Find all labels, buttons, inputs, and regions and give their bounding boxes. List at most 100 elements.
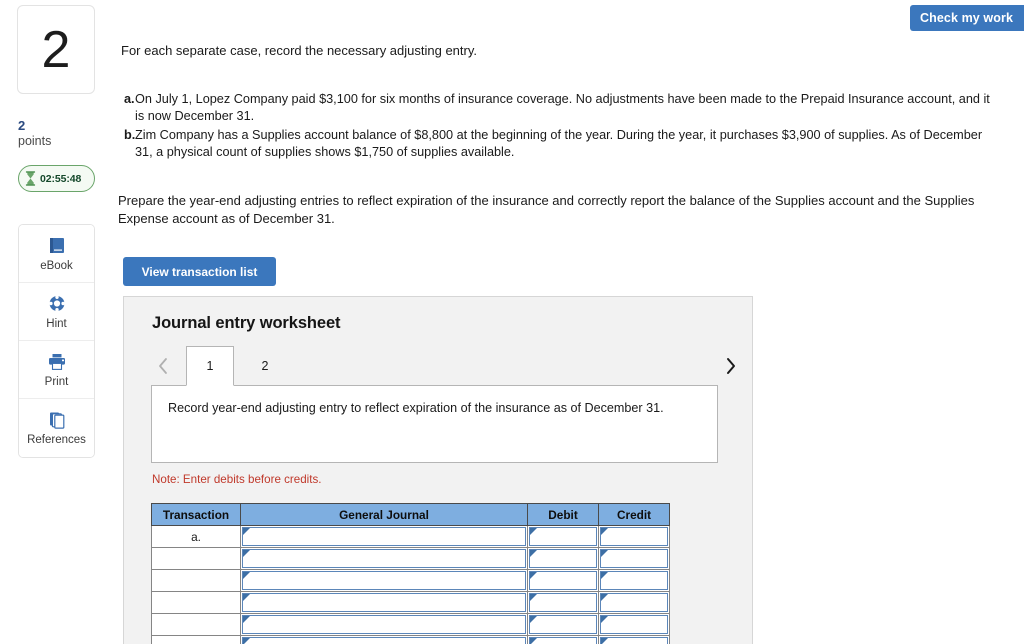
cell-transaction: [151, 591, 241, 614]
dropdown-marker-icon: [601, 572, 608, 579]
chevron-right-icon[interactable]: [722, 355, 740, 377]
dropdown-marker-icon: [243, 638, 250, 644]
debit-input[interactable]: [529, 615, 597, 634]
question-number: 2: [41, 20, 71, 79]
tab-page-2-label: 2: [261, 359, 269, 373]
general-journal-input[interactable]: [242, 549, 526, 568]
hourglass-icon: [25, 171, 36, 186]
case-item-b: b. Zim Company has a Supplies account ba…: [121, 127, 1001, 161]
dropdown-marker-icon: [601, 594, 608, 601]
worksheet-note: Note: Enter debits before credits.: [152, 473, 322, 486]
sidebar-item-label-print: Print: [44, 375, 69, 388]
tab-page-2[interactable]: 2: [242, 346, 288, 386]
timer-badge: 02:55:48: [18, 165, 95, 192]
debit-input[interactable]: [529, 527, 597, 546]
case-text-b: Zim Company has a Supplies account balan…: [135, 128, 983, 159]
cell-debit[interactable]: [527, 591, 599, 614]
column-header-debit: Debit: [527, 503, 599, 526]
dropdown-marker-icon: [530, 616, 537, 623]
column-header-general-journal: General Journal: [240, 503, 528, 526]
sidebar-item-references[interactable]: References: [19, 399, 94, 457]
debit-input[interactable]: [529, 571, 597, 590]
cell-debit[interactable]: [527, 525, 599, 548]
cell-transaction: a.: [151, 525, 241, 548]
cell-general-journal[interactable]: [240, 635, 528, 644]
cell-credit[interactable]: [598, 569, 670, 592]
sidebar-item-label-ebook: eBook: [40, 259, 73, 272]
cell-credit[interactable]: [598, 613, 670, 636]
check-my-work-button[interactable]: Check my work: [910, 5, 1024, 31]
cell-debit[interactable]: [527, 569, 599, 592]
credit-input[interactable]: [600, 527, 668, 546]
sidebar-item-print[interactable]: Print: [19, 341, 94, 399]
cell-general-journal[interactable]: [240, 591, 528, 614]
cell-credit[interactable]: [598, 525, 670, 548]
credit-input[interactable]: [600, 549, 668, 568]
cell-debit[interactable]: [527, 547, 599, 570]
dropdown-marker-icon: [530, 572, 537, 579]
case-item-a: a. On July 1, Lopez Company paid $3,100 …: [121, 91, 1001, 125]
table-row: [151, 613, 670, 636]
credit-input[interactable]: [600, 615, 668, 634]
cell-credit[interactable]: [598, 635, 670, 644]
dropdown-marker-icon: [530, 528, 537, 535]
copy-pages-icon: [46, 410, 68, 431]
question-number-box: 2: [17, 5, 95, 94]
timer-value: 02:55:48: [40, 172, 82, 185]
dropdown-marker-icon: [601, 528, 608, 535]
dropdown-marker-icon: [530, 638, 537, 644]
cell-transaction: [151, 547, 241, 570]
question-intro: For each separate case, record the neces…: [121, 43, 478, 58]
cell-credit[interactable]: [598, 591, 670, 614]
general-journal-input[interactable]: [242, 527, 526, 546]
case-text-a: On July 1, Lopez Company paid $3,100 for…: [135, 92, 990, 123]
tool-rail: eBook Hint Print References: [18, 224, 95, 458]
cell-transaction: [151, 569, 241, 592]
dropdown-marker-icon: [243, 572, 250, 579]
worksheet-title: Journal entry worksheet: [152, 314, 341, 332]
cell-general-journal[interactable]: [240, 525, 528, 548]
sidebar-item-hint[interactable]: Hint: [19, 283, 94, 341]
cell-debit[interactable]: [527, 635, 599, 644]
case-letter-b: b.: [124, 128, 136, 142]
credit-input[interactable]: [600, 637, 668, 644]
dropdown-marker-icon: [243, 528, 250, 535]
chevron-left-icon[interactable]: [154, 355, 172, 377]
credit-input[interactable]: [600, 571, 668, 590]
table-row: [151, 569, 670, 592]
cell-debit[interactable]: [527, 613, 599, 636]
page-root: Check my work 2 2 points 02:55:48 eBook …: [0, 0, 1024, 644]
dropdown-marker-icon: [243, 550, 250, 557]
general-journal-input[interactable]: [242, 593, 526, 612]
points-value: 2: [18, 118, 26, 133]
credit-input[interactable]: [600, 593, 668, 612]
general-journal-input[interactable]: [242, 637, 526, 644]
sidebar-item-label-hint: Hint: [46, 317, 67, 330]
view-transaction-list-button[interactable]: View transaction list: [123, 257, 276, 286]
cell-general-journal[interactable]: [240, 613, 528, 636]
cell-general-journal[interactable]: [240, 547, 528, 570]
life-ring-icon: [46, 294, 68, 315]
printer-icon: [46, 352, 68, 373]
debit-input[interactable]: [529, 549, 597, 568]
book-icon: [46, 236, 68, 257]
worksheet-tabs: 1 2: [150, 346, 746, 386]
dropdown-marker-icon: [530, 594, 537, 601]
cell-credit[interactable]: [598, 547, 670, 570]
journal-entry-table: Transaction General Journal Debit Credit…: [151, 503, 670, 644]
case-letter-a: a.: [124, 92, 135, 106]
journal-entry-worksheet-panel: Journal entry worksheet 1 2 Record year-…: [123, 296, 753, 644]
general-journal-input[interactable]: [242, 571, 526, 590]
dropdown-marker-icon: [530, 550, 537, 557]
debit-input[interactable]: [529, 637, 597, 644]
sidebar-item-ebook[interactable]: eBook: [19, 225, 94, 283]
tab-page-1[interactable]: 1: [186, 346, 234, 386]
column-header-transaction: Transaction: [151, 503, 241, 526]
cell-general-journal[interactable]: [240, 569, 528, 592]
cell-transaction: [151, 635, 241, 644]
debit-input[interactable]: [529, 593, 597, 612]
worksheet-description: Record year-end adjusting entry to refle…: [151, 385, 718, 463]
general-journal-input[interactable]: [242, 615, 526, 634]
dropdown-marker-icon: [243, 616, 250, 623]
dropdown-marker-icon: [601, 638, 608, 644]
